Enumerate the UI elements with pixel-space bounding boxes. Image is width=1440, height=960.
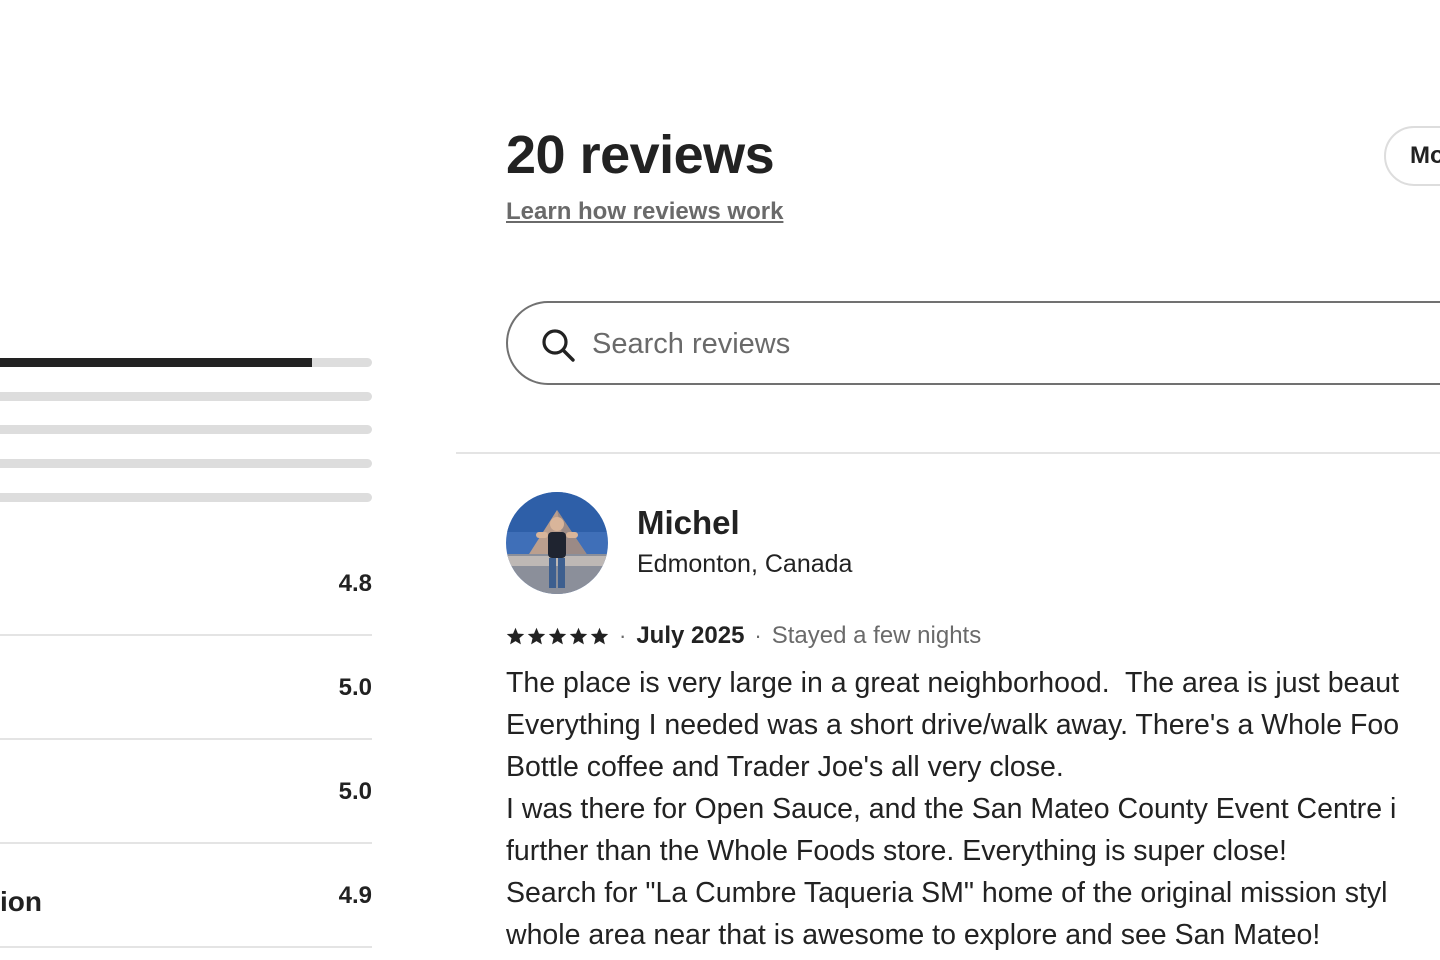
reviews-count-title: 20 reviews: [506, 125, 775, 185]
review-body: The place is very large in a great neigh…: [506, 662, 1440, 956]
reviewer-location: Edmonton, Canada: [637, 550, 853, 578]
rating-bar-2: [0, 459, 372, 469]
rating-bar-fill: [0, 358, 313, 367]
review-text-line: The place is very large in a great neigh…: [506, 667, 1400, 699]
category-row: 5.0: [0, 636, 372, 740]
review-date: July 2025: [636, 622, 745, 649]
rating-bar-1: [0, 492, 372, 502]
star-icon: [590, 627, 609, 644]
category-score: 5.0: [338, 674, 372, 701]
star-icon: [506, 627, 525, 644]
reviewer-name[interactable]: Michel: [637, 504, 740, 542]
star-icon: [527, 627, 546, 644]
category-label: ion: [0, 886, 42, 917]
rating-bar-5: [0, 358, 372, 367]
star-icon: [569, 627, 588, 644]
learn-how-reviews-work-link[interactable]: Learn how reviews work: [506, 198, 783, 226]
rating-bar-4: [0, 391, 372, 401]
search-icon: [542, 329, 575, 362]
star-rating: [506, 627, 609, 646]
search-reviews-box[interactable]: [506, 301, 1440, 385]
category-ratings: 4.8 5.0 5.0 ion 4.9: [0, 532, 372, 948]
reviewer-avatar[interactable]: [506, 492, 608, 594]
category-score: 5.0: [338, 778, 372, 805]
review-text-line: further than the Whole Foods store. Ever…: [506, 835, 1287, 867]
category-score: 4.9: [338, 882, 372, 909]
category-row: 5.0: [0, 740, 372, 844]
category-row: ion 4.9: [0, 844, 372, 948]
review-text-line: I was there for Open Sauce, and the San …: [506, 793, 1397, 825]
review-text-line: Search for "La Cumbre Taqueria SM" home …: [506, 877, 1388, 909]
stay-duration: Stayed a few nights: [771, 622, 982, 649]
review-meta: · July 2025 · Stayed a few nights: [506, 620, 981, 652]
reviewer-photo: [506, 492, 608, 594]
rating-bar-3: [0, 425, 372, 435]
meta-separator: ·: [754, 623, 762, 648]
review-text-line: whole area near that is awesome to explo…: [506, 919, 1321, 951]
category-row: 4.8: [0, 532, 372, 636]
section-divider: [456, 452, 1440, 454]
meta-separator: ·: [619, 623, 627, 648]
review-text-line: Bottle coffee and Trader Joe's all very …: [506, 751, 1064, 783]
star-icon: [548, 627, 567, 644]
reviews-page: 4.8 5.0 5.0 ion 4.9 20 reviews Learn how…: [0, 0, 1440, 960]
rating-distribution: [0, 358, 372, 526]
category-score: 4.8: [338, 570, 372, 597]
sort-reviews-button[interactable]: Mo: [1384, 126, 1440, 186]
search-reviews-input[interactable]: [590, 317, 1394, 371]
review-text-line: Everything I needed was a short drive/wa…: [506, 709, 1400, 741]
